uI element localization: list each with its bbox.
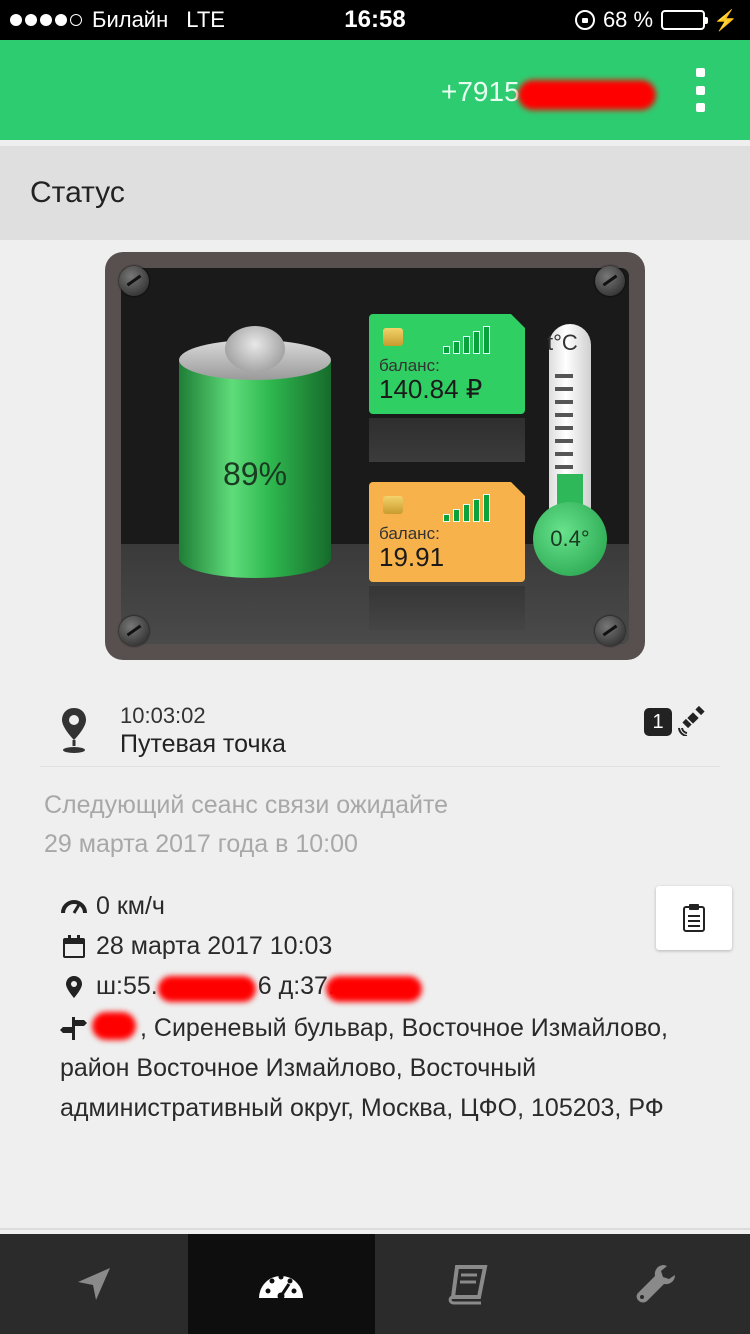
datetime-value: 28 марта 2017 10:03	[96, 932, 333, 960]
copy-details-button[interactable]	[656, 886, 732, 950]
navigation-arrow-icon	[77, 1268, 110, 1300]
kebab-menu-icon[interactable]	[690, 68, 710, 112]
sim-reflection	[369, 418, 525, 462]
book-icon	[448, 1265, 488, 1305]
tab-log[interactable]	[375, 1234, 563, 1334]
speed-row: 0 км/ч	[60, 892, 165, 921]
charging-icon: ⚡	[713, 9, 738, 32]
ios-status-bar: Билайн LTE 16:58 68 % ⚡	[0, 0, 750, 40]
battery-info: 68 % ⚡	[574, 6, 738, 34]
address-value: , Сиреневый бульвар, Восточное Измайлово…	[60, 1014, 668, 1122]
tab-dashboard[interactable]	[187, 1234, 375, 1334]
panel-screen: 89% баланс: 140.84 ₽ баланс: 19.91 t°C 0…	[121, 268, 629, 644]
section-title: Статус	[30, 176, 125, 209]
bottom-tab-bar	[0, 1234, 750, 1334]
satellite-icon	[678, 706, 705, 736]
tab-settings[interactable]	[563, 1234, 750, 1334]
divider	[40, 766, 720, 767]
sim-chip-icon	[383, 328, 403, 346]
device-battery-percent: 89%	[222, 456, 288, 492]
tab-navigation[interactable]	[0, 1234, 188, 1334]
section-header: Статус	[0, 146, 750, 240]
divider	[0, 1228, 750, 1230]
sim-chip-icon	[383, 496, 403, 514]
device-status-panel: 89% баланс: 140.84 ₽ баланс: 19.91 t°C 0…	[105, 252, 645, 660]
screw-icon	[119, 616, 149, 646]
speedometer-icon	[259, 1274, 304, 1300]
screw-icon	[119, 266, 149, 296]
temperature-unit: t°C	[547, 330, 578, 355]
screw-icon	[595, 266, 625, 296]
next-session-line2: 29 марта 2017 года в 10:00	[44, 830, 358, 858]
speedometer-small-icon	[61, 899, 87, 914]
wrench-icon	[636, 1265, 676, 1303]
speed-value: 0 км/ч	[96, 892, 165, 920]
longitude-prefix: 6 д:37.	[257, 972, 335, 1000]
sim-card-1: баланс: 140.84 ₽	[369, 314, 525, 414]
sim2-balance-value: 19.91	[379, 542, 445, 572]
map-pin-icon	[62, 708, 86, 753]
battery-icon	[661, 10, 709, 30]
battery-cap-icon	[225, 326, 285, 372]
battery-percent: 68 %	[602, 7, 654, 32]
sim1-balance-value: 140.84 ₽	[379, 374, 483, 404]
temperature-value: 0.4°	[550, 526, 590, 551]
address-text: , Сиреневый бульвар, Восточное Измайлово…	[60, 1008, 720, 1128]
redaction-mark	[326, 976, 422, 1002]
rotation-lock-icon	[574, 10, 595, 30]
thermometer-scale	[555, 374, 573, 478]
clipboard-icon	[683, 904, 705, 932]
next-session-line1: Следующий сеанс связи ожидайте	[44, 791, 449, 819]
redaction-mark	[518, 80, 656, 110]
satellite-count-badge: 1	[644, 708, 672, 736]
thermometer-gauge: t°C 0.4°	[533, 324, 607, 584]
latitude-prefix: ш:55.	[96, 972, 158, 1000]
app-bar: +7915	[0, 40, 750, 140]
datetime-row: 28 марта 2017 10:03	[60, 932, 332, 961]
sim-card-2: баланс: 19.91	[369, 482, 525, 582]
sim1-balance-label: баланс:	[379, 356, 440, 375]
next-session-info: Следующий сеанс связи ожидайте 29 марта …	[44, 786, 448, 864]
tracker-phone-number: +7915	[441, 76, 520, 107]
sim-reflection	[369, 586, 525, 630]
waypoint-time: 10:03:02	[120, 703, 206, 728]
location-pin-icon	[66, 975, 82, 998]
sim-signal-icon	[443, 494, 490, 522]
sim-signal-icon	[443, 326, 490, 354]
waypoint-label: Путевая точка	[120, 730, 286, 758]
sim2-balance-label: баланс:	[379, 524, 440, 543]
redaction-mark	[158, 976, 256, 1002]
calendar-icon	[63, 934, 85, 958]
battery-gauge: 89%	[179, 326, 331, 580]
screw-icon	[595, 616, 625, 646]
